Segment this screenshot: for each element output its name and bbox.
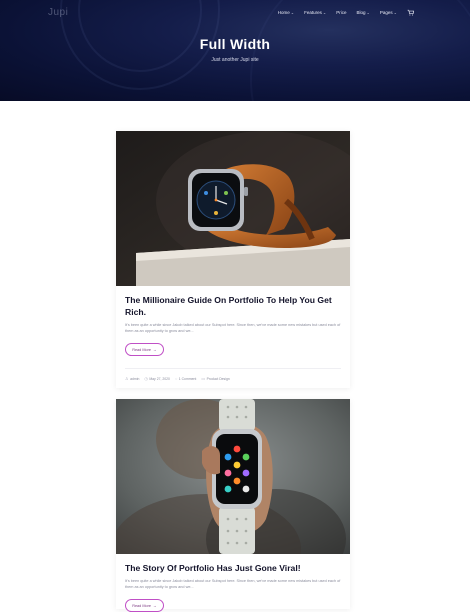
nav-item-home[interactable]: Home ⌄ (278, 10, 294, 15)
page-header: Jupi Home ⌄ Features ⌄ Price Blog ⌄ Page… (0, 0, 470, 101)
post-author-label: admin (130, 376, 140, 381)
nav-item-label: Pages (379, 10, 393, 15)
arrow-right-icon: → (153, 603, 157, 608)
post-excerpt: It's been quite a while since Jakob talk… (125, 323, 341, 333)
nav-item-price[interactable]: Price (336, 10, 346, 15)
chevron-down-icon: ⌄ (393, 10, 397, 15)
nav-item-features[interactable]: Features ⌄ (304, 10, 326, 15)
divider (125, 368, 341, 369)
read-more-button[interactable]: Read More → (125, 599, 164, 612)
post-comments[interactable]: ◌ 1 Comment (175, 376, 196, 381)
read-more-label: Read More (132, 347, 151, 352)
chevron-down-icon: ⌄ (366, 10, 370, 15)
folder-icon: ▭ (201, 376, 206, 381)
read-more-label: Read More (132, 603, 151, 608)
post-excerpt: It's been quite a while since Jakob talk… (125, 579, 341, 589)
read-more-button[interactable]: Read More → (125, 343, 164, 356)
nav-item-blog[interactable]: Blog ⌄ (357, 10, 370, 15)
page-title: Full Width (199, 36, 271, 52)
nav-item-label: Blog (356, 10, 366, 15)
chevron-down-icon: ⌄ (322, 10, 327, 15)
post-category[interactable]: ▭ Product Design (201, 376, 229, 381)
chevron-down-icon: ⌄ (290, 10, 295, 15)
post-title[interactable]: The Millionaire Guide On Portfolio To He… (125, 294, 341, 318)
post-author[interactable]: ♙ admin (125, 376, 139, 381)
smartwatch-photo (116, 131, 350, 286)
post-comments-label: 1 Comment (178, 376, 197, 381)
post-card: The Story Of Portfolio Has Just Gone Vir… (116, 399, 350, 612)
post-meta: ♙ admin ◷ May 27, 2020 ◌ 1 Comment ▭ Pro… (125, 376, 341, 381)
post-category-label: Product Design (206, 376, 230, 381)
post-date[interactable]: ◷ May 27, 2020 (144, 376, 170, 381)
nav-item-pages[interactable]: Pages ⌄ (380, 10, 397, 15)
comment-icon: ◌ (174, 376, 178, 381)
nav-item-label: Home (277, 10, 290, 15)
cart-icon[interactable] (407, 9, 414, 16)
post-date-label: May 27, 2020 (149, 376, 170, 381)
smartwatch-in-hand-photo (116, 399, 350, 554)
nav-item-label: Features (304, 10, 322, 15)
arrow-right-icon: → (153, 347, 157, 352)
post-thumbnail[interactable] (116, 399, 350, 554)
post-card: The Millionaire Guide On Portfolio To He… (116, 131, 350, 388)
user-icon: ♙ (125, 376, 129, 381)
site-logo[interactable]: Jupi (48, 7, 68, 18)
site-tagline: Just another Jupi site (211, 57, 259, 63)
post-thumbnail[interactable] (116, 131, 350, 286)
nav-item-label: Price (336, 10, 347, 15)
main-nav: Home ⌄ Features ⌄ Price Blog ⌄ Pages ⌄ (278, 9, 414, 16)
post-title[interactable]: The Story Of Portfolio Has Just Gone Vir… (125, 562, 341, 574)
clock-icon: ◷ (144, 376, 148, 381)
